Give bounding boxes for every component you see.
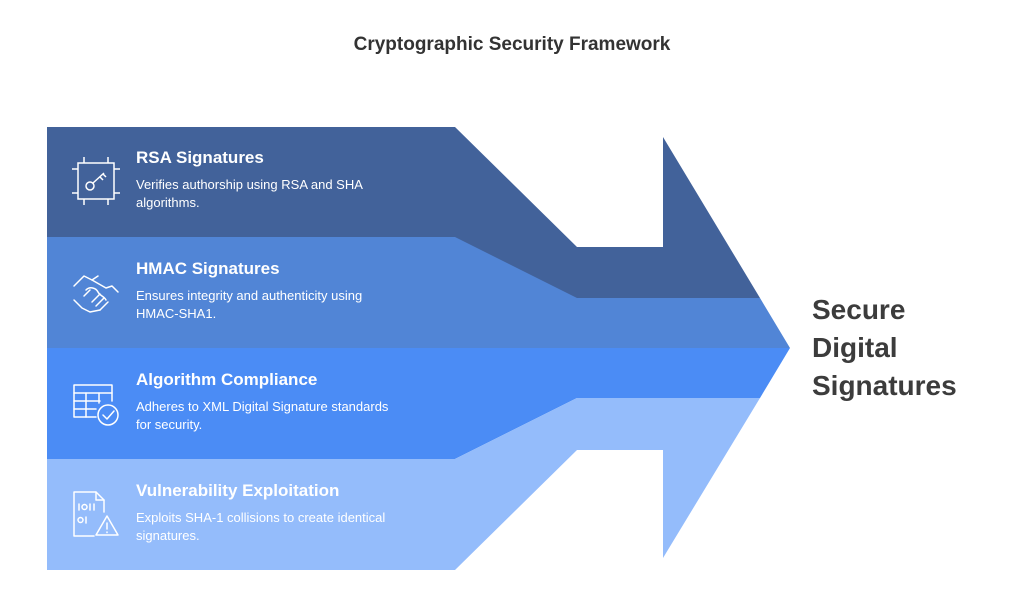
band-hmac-description: Ensures integrity and authenticity using… [136, 288, 363, 321]
band-rsa-heading: RSA Signatures [136, 148, 264, 167]
file-warning-icon [73, 491, 119, 537]
result-label: Secure Digital Signatures [812, 291, 957, 405]
result-line-2: Digital [812, 332, 898, 363]
band-vulnerability-heading: Vulnerability Exploitation [136, 481, 340, 500]
band-compliance-description: Adheres to XML Digital Signature standar… [136, 399, 389, 432]
result-line-1: Secure [812, 294, 906, 325]
band-hmac-text: HMAC Signatures Ensures integrity and au… [136, 259, 456, 323]
band-compliance-heading: Algorithm Compliance [136, 370, 318, 389]
table-check-icon [73, 384, 119, 426]
band-rsa-description: Verifies authorship using RSA and SHA alg… [136, 177, 363, 210]
handshake-icon [73, 275, 119, 313]
band-hmac-heading: HMAC Signatures [136, 259, 280, 278]
band-vulnerability-text: Vulnerability Exploitation Exploits SHA-… [136, 481, 456, 545]
band-compliance-text: Algorithm Compliance Adheres to XML Digi… [136, 370, 456, 434]
band-rsa-text: RSA Signatures Verifies authorship using… [136, 148, 456, 212]
key-frame-icon [72, 157, 120, 205]
band-vulnerability-description: Exploits SHA-1 collisions to create iden… [136, 510, 386, 543]
result-line-3: Signatures [812, 370, 957, 401]
